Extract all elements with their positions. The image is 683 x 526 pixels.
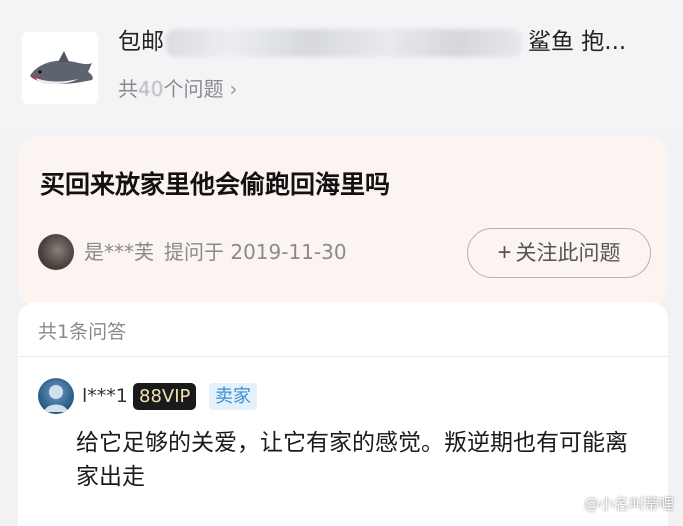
product-title-prefix: 包邮 bbox=[118, 29, 164, 55]
question-count-prefix: 共 bbox=[118, 77, 138, 101]
question-count-suffix: 个问题 bbox=[163, 77, 224, 101]
shark-plush-image bbox=[22, 32, 98, 104]
answers-count: 共1条问答 bbox=[38, 321, 127, 343]
avatar-figure-icon bbox=[44, 385, 68, 412]
question-title: 买回来放家里他会偷跑回海里吗 bbox=[40, 170, 391, 199]
question-card: 买回来放家里他会偷跑回海里吗 是***芙 提问于 2019-11-30 + 关注此… bbox=[18, 136, 668, 306]
question-count-number: 40 bbox=[138, 77, 164, 101]
product-thumbnail[interactable] bbox=[22, 32, 98, 104]
divider bbox=[18, 356, 668, 357]
product-header[interactable]: 包邮 鲨鱼 抱... 共40个问题 › bbox=[0, 0, 683, 128]
asker-name: 是***芙 bbox=[84, 240, 154, 264]
plus-icon: + bbox=[497, 239, 512, 266]
seller-badge: 卖家 bbox=[209, 383, 257, 410]
product-title-suffix: 鲨鱼 抱... bbox=[528, 29, 627, 55]
watermark-text: @小名叫蒂哩 bbox=[584, 495, 675, 513]
watermark: @小名叫蒂哩 bbox=[560, 490, 674, 518]
follow-question-button[interactable]: + 关注此问题 bbox=[467, 228, 651, 278]
answerer-name: l***1 bbox=[82, 385, 128, 407]
answerer-avatar[interactable] bbox=[38, 378, 74, 414]
asked-date: 提问于 2019-11-30 bbox=[164, 240, 347, 264]
answer-text: 给它足够的关爱，让它有家的感觉。叛逆期也有可能离家出走 bbox=[76, 430, 628, 490]
blurred-brand-name bbox=[166, 28, 522, 57]
asker-avatar[interactable] bbox=[38, 234, 74, 270]
chevron-right-icon: › bbox=[229, 77, 238, 101]
follow-button-label: 关注此问题 bbox=[515, 242, 621, 265]
product-title[interactable]: 包邮 鲨鱼 抱... bbox=[118, 24, 658, 60]
vip-badge: 88VIP bbox=[133, 383, 197, 410]
question-count-link[interactable]: 共40个问题 › bbox=[118, 74, 237, 104]
weibo-icon bbox=[560, 497, 580, 513]
